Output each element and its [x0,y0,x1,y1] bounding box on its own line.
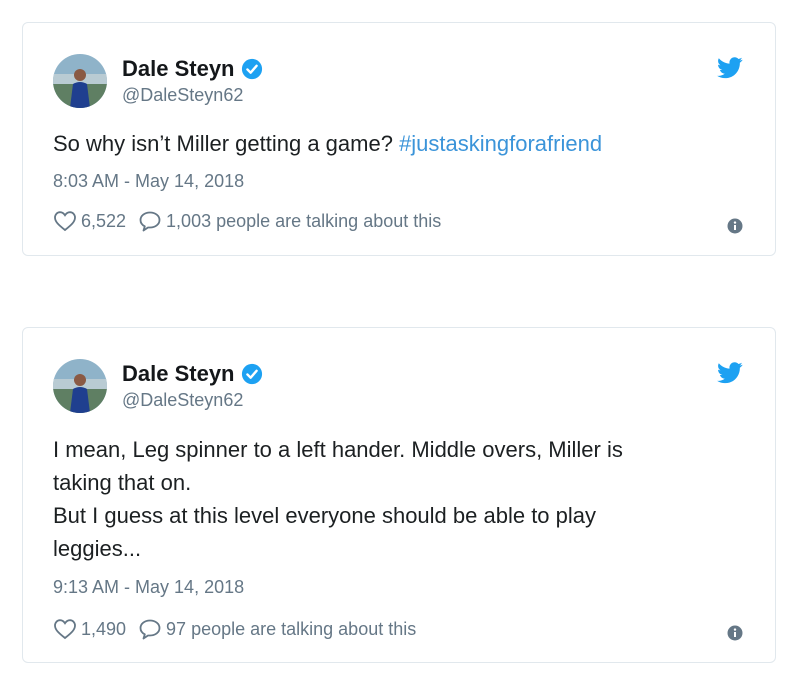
author-handle[interactable]: @DaleSteyn62 [122,390,243,411]
tweet-actions: 6,522 1,003 people are talking about thi… [53,210,441,232]
tweet-text: So why isn’t Miller getting a game? #jus… [53,127,715,160]
author-handle[interactable]: @DaleSteyn62 [122,85,243,106]
tweet-card[interactable]: Dale Steyn @DaleSteyn62 I mean, Leg spin… [22,327,776,663]
reply-action[interactable]: 97 people are talking about this [138,618,416,640]
speech-bubble-icon [139,211,161,232]
tweet-timestamp[interactable]: 8:03 AM - May 14, 2018 [53,171,244,192]
reply-action[interactable]: 1,003 people are talking about this [138,210,441,232]
tweet-text: I mean, Leg spinner to a left hander. Mi… [53,433,715,565]
speech-bubble-icon [139,619,161,640]
talking-count: 97 people are talking about this [166,618,417,639]
info-icon[interactable] [727,218,743,234]
tweet-card[interactable]: Dale Steyn @DaleSteyn62 So why isn’t Mil… [22,22,776,256]
avatar[interactable] [53,359,107,413]
like-count: 1,490 [81,618,127,639]
tweet-timestamp[interactable]: 9:13 AM - May 14, 2018 [53,577,244,598]
like-action[interactable]: 1,490 [53,618,126,640]
like-count: 6,522 [81,210,127,231]
like-action[interactable]: 6,522 [53,210,126,232]
author-name[interactable]: Dale Steyn [122,56,235,82]
tweet-text-body: I mean, Leg spinner to a left hander. Mi… [53,437,623,561]
avatar[interactable] [53,54,107,108]
tweet-actions: 1,490 97 people are talking about this [53,618,416,640]
info-icon[interactable] [727,625,743,641]
heart-icon [54,211,76,232]
twitter-bird-icon[interactable] [717,362,743,384]
author-name[interactable]: Dale Steyn [122,361,235,387]
twitter-bird-icon[interactable] [717,57,743,79]
verified-badge-icon [241,58,263,80]
verified-badge-icon [241,363,263,385]
tweet-text-body: So why isn’t Miller getting a game? [53,131,400,156]
hashtag-link[interactable]: #justaskingforafriend [399,131,602,156]
talking-count: 1,003 people are talking about this [166,210,442,231]
heart-icon [54,619,76,640]
